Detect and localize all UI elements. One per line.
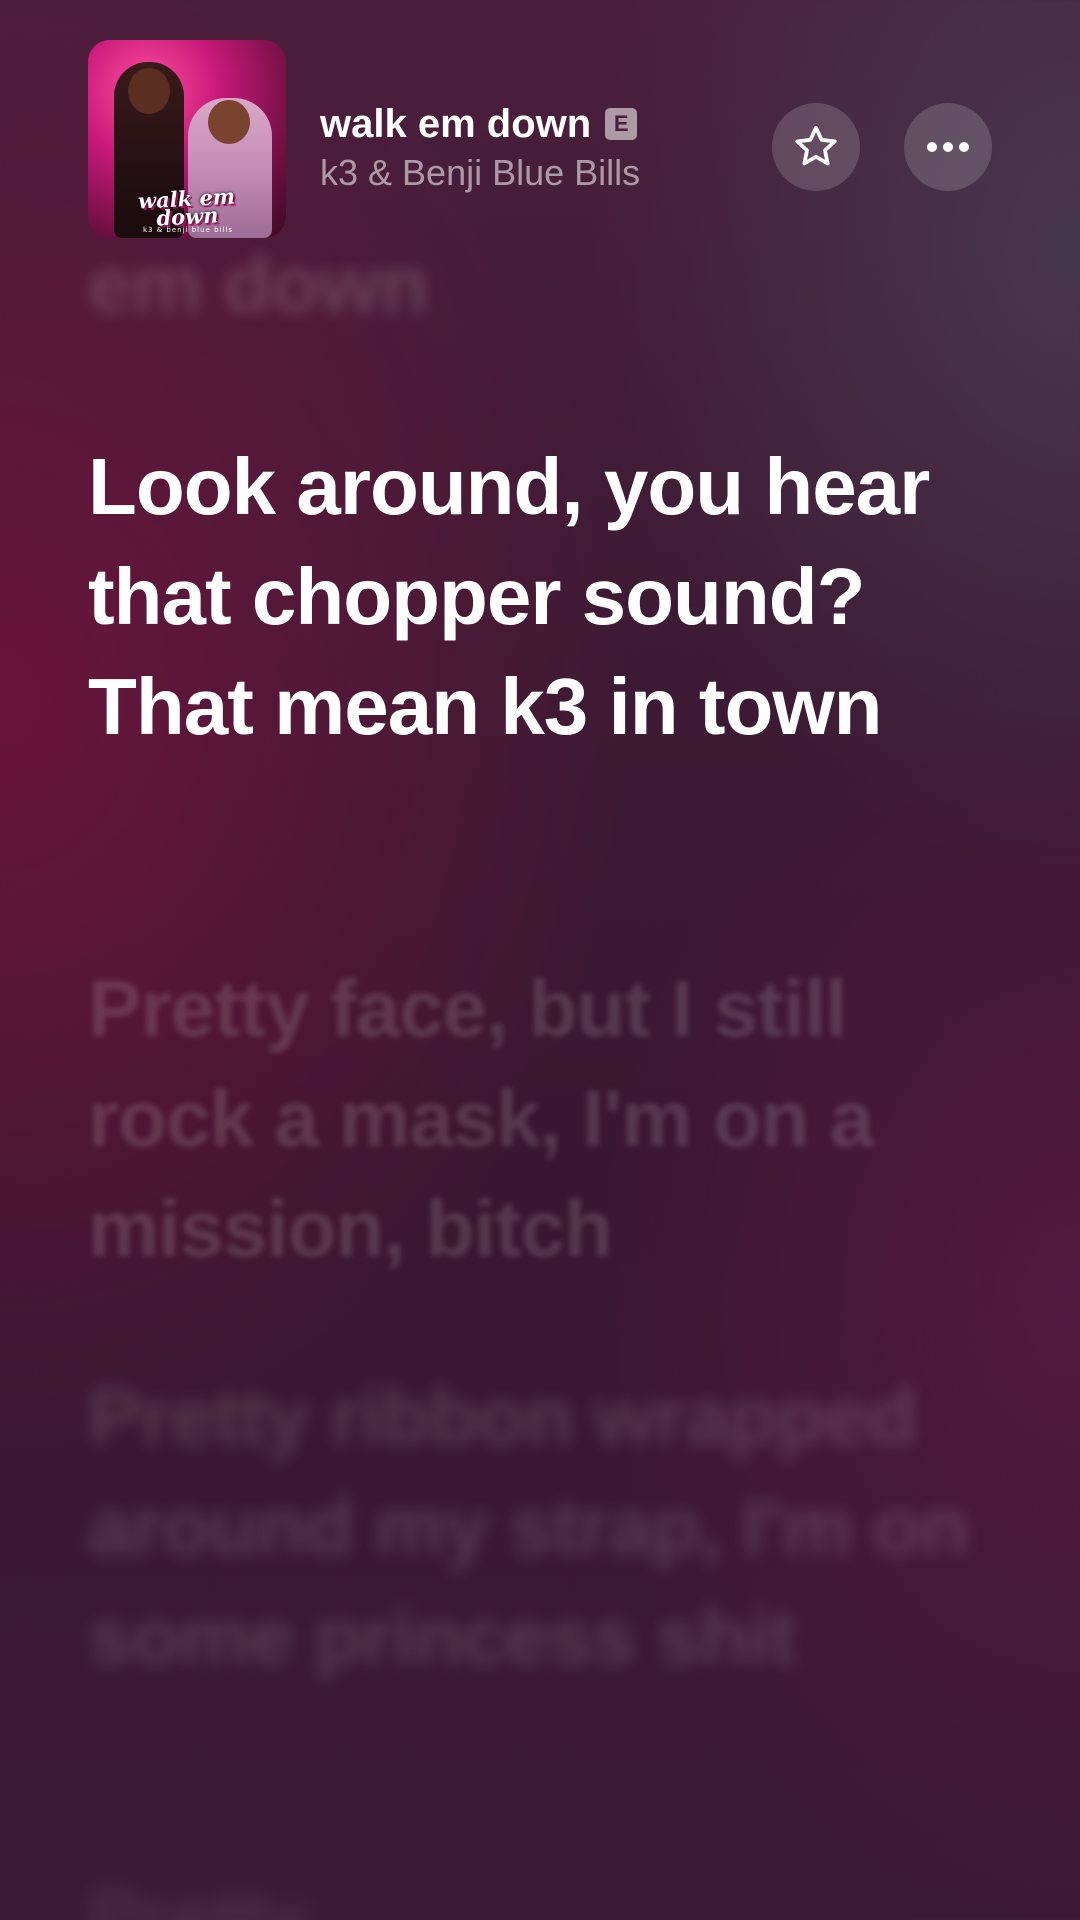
artwork-subtitle-text: k3 & benji blue bills: [143, 226, 233, 234]
now-playing-header: walk em down k3 & benji blue bills walk …: [0, 0, 1080, 250]
lyric-line-next[interactable]: Pretty face, but I still rock a mask, I'…: [88, 954, 988, 1284]
lyric-line-previous-text: em down: [88, 248, 429, 329]
album-artwork[interactable]: walk em down k3 & benji blue bills: [88, 40, 286, 238]
star-icon: [795, 125, 837, 166]
lyric-line-previous[interactable]: em down: [88, 248, 988, 348]
favorite-button[interactable]: [772, 103, 860, 191]
lyric-line-current[interactable]: Look around, you hear that chopper sound…: [88, 432, 988, 762]
track-title[interactable]: walk em down: [320, 102, 591, 147]
track-title-row: walk em down E: [320, 100, 638, 148]
ellipsis-icon: [927, 142, 969, 152]
lyric-line-next[interactable]: Pretty ribbon wrapped around my strap, I…: [88, 1362, 988, 1692]
explicit-badge: E: [605, 108, 638, 140]
more-options-button[interactable]: [904, 103, 992, 191]
lyric-line-next[interactable]: Pretty: [88, 1862, 988, 1920]
track-artist[interactable]: k3 & Benji Blue Bills: [320, 152, 640, 194]
